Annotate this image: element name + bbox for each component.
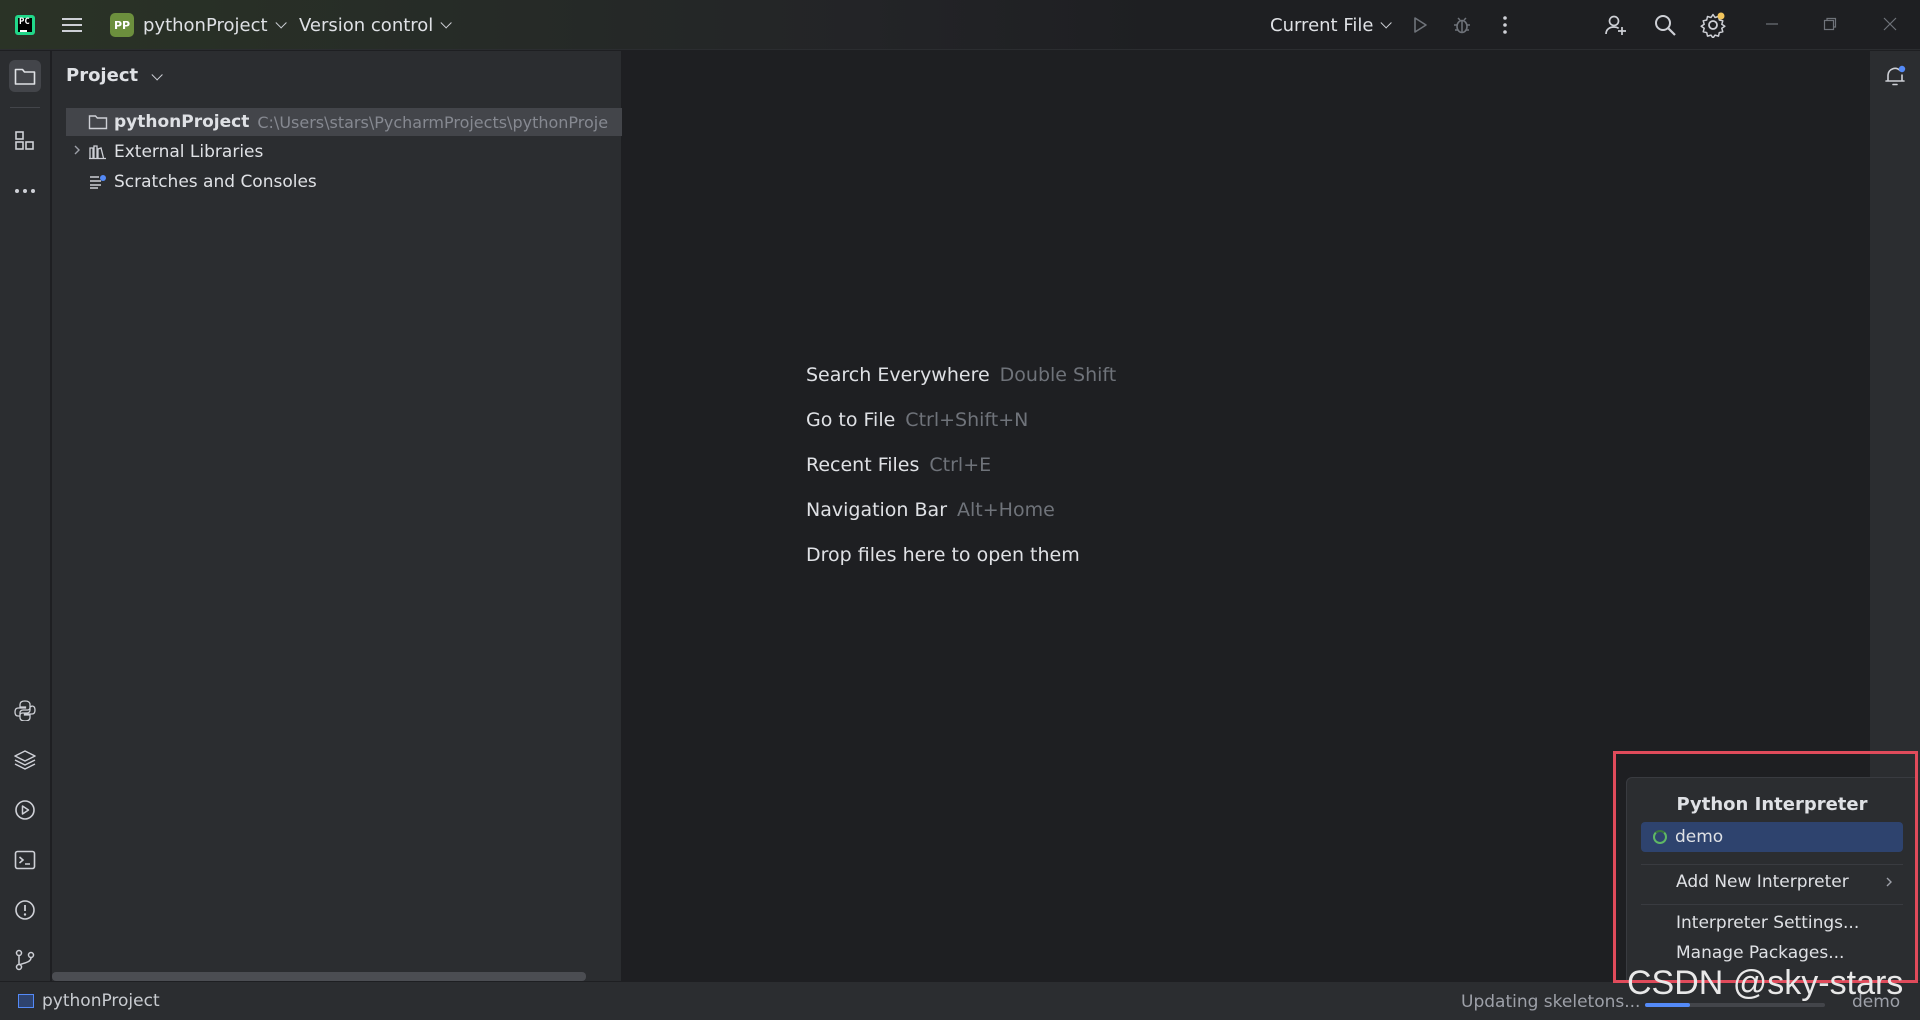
- tree-item-path: C:\Users\stars\PycharmProjects\pythonPro…: [257, 112, 609, 132]
- chevron-down-icon: [151, 69, 164, 81]
- version-control-label: Version control: [299, 14, 434, 36]
- hint-search-everywhere: Search Everywhere Double Shift: [806, 364, 1117, 386]
- library-icon: [88, 143, 110, 161]
- tree-item-label: Scratches and Consoles: [114, 172, 317, 192]
- problems-icon[interactable]: [9, 894, 41, 926]
- status-progress-text: Updating skeletons...: [1461, 992, 1641, 1012]
- chevron-down-icon: [275, 17, 287, 29]
- panel-title: Project: [66, 65, 139, 86]
- python-console-icon[interactable]: [9, 694, 41, 726]
- hint-drop-files: Drop files here to open them: [806, 544, 1080, 566]
- progress-fill: [1645, 1003, 1690, 1007]
- terminal-icon[interactable]: [9, 844, 41, 876]
- project-badge[interactable]: PP: [110, 13, 134, 37]
- pycharm-logo-icon[interactable]: PC: [15, 15, 35, 35]
- module-icon: [18, 994, 34, 1008]
- status-project-name: pythonProject: [42, 991, 160, 1011]
- tree-item-external-libraries[interactable]: External Libraries: [66, 138, 622, 166]
- minimize-icon[interactable]: [1762, 14, 1782, 34]
- gear-icon[interactable]: [1700, 12, 1726, 38]
- progress-bar: [1645, 1003, 1825, 1007]
- layers-icon[interactable]: [9, 744, 41, 776]
- chevron-down-icon: [1380, 17, 1393, 29]
- project-panel-header[interactable]: Project: [66, 65, 164, 86]
- tree-item-label: pythonProject: [114, 112, 250, 132]
- chevron-right-icon[interactable]: [72, 144, 88, 160]
- folder-icon[interactable]: [9, 60, 41, 92]
- chevron-down-icon: [440, 17, 453, 29]
- highlight-frame: [1613, 751, 1918, 983]
- run-config-selector[interactable]: Current File: [1270, 0, 1393, 50]
- main-menu-button[interactable]: [62, 0, 82, 50]
- scratches-icon: [88, 173, 110, 191]
- title-bar: PC PP pythonProject Version control Curr…: [0, 0, 1920, 50]
- version-control-menu[interactable]: Version control: [299, 0, 453, 50]
- strip-divider: [10, 107, 40, 108]
- hint-navigation-bar: Navigation Bar Alt+Home: [806, 499, 1055, 521]
- folder-icon: [88, 113, 110, 131]
- hamburger-icon: [62, 14, 82, 36]
- tree-item-project-root[interactable]: pythonProject C:\Users\stars\PycharmProj…: [66, 108, 622, 136]
- more-horizontal-icon[interactable]: [9, 175, 41, 207]
- play-icon[interactable]: [1407, 12, 1433, 38]
- more-vertical-icon[interactable]: [1492, 12, 1518, 38]
- hint-recent-files: Recent Files Ctrl+E: [806, 454, 992, 476]
- git-icon[interactable]: [9, 944, 41, 976]
- tree-item-scratches[interactable]: Scratches and Consoles: [66, 168, 622, 196]
- bug-icon[interactable]: [1449, 12, 1475, 38]
- add-user-icon[interactable]: [1603, 12, 1629, 38]
- project-selector[interactable]: pythonProject: [143, 0, 287, 50]
- tree-item-label: External Libraries: [114, 142, 264, 162]
- horizontal-scrollbar[interactable]: [52, 972, 586, 981]
- hint-go-to-file: Go to File Ctrl+Shift+N: [806, 409, 1029, 431]
- structure-icon[interactable]: [9, 125, 41, 157]
- run-config-label: Current File: [1270, 14, 1374, 36]
- status-project-widget[interactable]: pythonProject: [18, 991, 160, 1011]
- watermark: CSDN @sky-stars: [1627, 964, 1904, 1002]
- project-tool-window: Project pythonProject C:\Users\stars\Pyc…: [52, 51, 622, 981]
- project-name: pythonProject: [143, 14, 268, 36]
- search-icon[interactable]: [1652, 12, 1678, 38]
- bell-icon[interactable]: [1879, 60, 1911, 92]
- left-tool-strip: [0, 51, 51, 981]
- restore-icon[interactable]: [1820, 14, 1840, 34]
- services-icon[interactable]: [9, 794, 41, 826]
- close-icon[interactable]: [1880, 14, 1900, 34]
